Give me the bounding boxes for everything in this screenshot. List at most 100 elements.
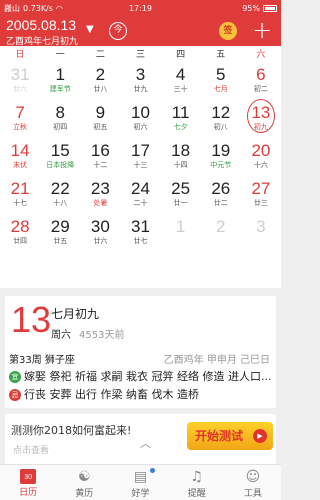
day-number: 14 [10, 141, 30, 160]
day-number: 20 [251, 141, 271, 160]
weekday-label: 二 [95, 49, 105, 60]
calendar-day[interactable]: 28 廿四 [0, 212, 40, 250]
calendar-day[interactable]: 7 立秋 [0, 98, 40, 136]
calendar-day[interactable]: 2 廿八 [80, 60, 120, 98]
lunar-label: 廿一 [173, 199, 188, 207]
calendar-day[interactable]: 6 初二 [241, 60, 281, 98]
calendar-day[interactable]: 2 [201, 212, 241, 250]
calendar-day[interactable]: 1 [161, 212, 201, 250]
calendar-day[interactable]: 26 廿二 [201, 174, 241, 212]
day-number: 1 [175, 217, 186, 236]
day-number: 10 [131, 103, 150, 122]
calendar-day[interactable]: 31 廿六 [0, 60, 40, 98]
calendar-day[interactable]: 30 廿六 [80, 212, 120, 250]
calendar-day[interactable]: 22 十八 [40, 174, 80, 212]
weekday-label: 五 [216, 49, 226, 60]
calendar-day-today[interactable]: 13 初九 [241, 98, 281, 136]
day-number: 16 [90, 141, 110, 160]
promo-banner[interactable]: 测测你2018如何富起来! 点击查看 ︿ 开始测试 ▶ [5, 414, 276, 464]
day-number: 18 [171, 141, 191, 160]
calendar-day[interactable]: 5 七月 [201, 60, 241, 98]
day-number: 17 [131, 141, 150, 160]
yi-text: 嫁娶 祭祀 祈福 求嗣 栽衣 冠笄 经络 修造 进人口... [24, 370, 272, 383]
sign-in-coin-icon[interactable]: 签 [219, 22, 237, 40]
calendar-day[interactable]: 1 建军节 [40, 60, 80, 98]
day-number: 21 [10, 179, 30, 198]
lunar-label: 末伏 [13, 161, 28, 169]
calendar-day[interactable]: 3 廿九 [120, 60, 160, 98]
day-number: 31 [131, 217, 150, 236]
day-number: 26 [211, 179, 231, 198]
yinyang-icon: ☯ [78, 469, 91, 485]
lunar-label: 十三 [133, 161, 148, 169]
add-button[interactable]: + [252, 16, 272, 44]
nav-item[interactable]: ☺ 工具 [225, 465, 281, 500]
day-number: 25 [171, 179, 191, 198]
nav-item[interactable]: ☯ 黄历 [56, 465, 112, 500]
nav-item[interactable]: 30 日历 [0, 465, 56, 500]
start-test-button[interactable]: 开始测试 ▶ [187, 422, 273, 450]
ji-text: 行丧 安葬 出行 作梁 纳畜 伐木 造桥 [24, 388, 199, 401]
nav-label: 提醒 [187, 489, 206, 499]
bottom-navigation: 30 日历 ☯ 黄历 ▤ 好学 ♫ 提醒 ☺ 工具 [0, 464, 281, 500]
lunar-label: 廿六 [13, 85, 28, 93]
calendar-day[interactable]: 21 十七 [0, 174, 40, 212]
lunar-label: 初四 [53, 123, 68, 131]
calendar-day[interactable]: 19 中元节 [201, 136, 241, 174]
day-number: 11 [171, 103, 190, 122]
bell-icon: ♫ [190, 469, 203, 485]
lunar-label: 七夕 [173, 123, 188, 131]
weekday-header: 日一二三四五六 [0, 46, 281, 60]
calendar-day[interactable]: 31 廿七 [120, 212, 160, 250]
selected-lunar-day: 七月初九 [51, 307, 100, 321]
start-test-label: 开始测试 [195, 429, 244, 443]
lunar-label: 廿七 [133, 237, 148, 245]
day-number: 22 [50, 179, 70, 198]
selected-weekday: 周六 [51, 330, 71, 341]
day-number: 15 [50, 141, 70, 160]
lunar-label: 立秋 [13, 123, 28, 131]
calendar-day[interactable]: 25 廿一 [161, 174, 201, 212]
calendar-day[interactable]: 14 末伏 [0, 136, 40, 174]
suitable-activities[interactable]: 宜嫁娶 祭祀 祈福 求嗣 栽衣 冠笄 经络 修造 进人口... [9, 368, 271, 384]
calendar-day[interactable]: 16 十二 [80, 136, 120, 174]
nav-item[interactable]: ▤ 好学 [112, 465, 168, 500]
day-number: 3 [135, 65, 146, 84]
calendar-day[interactable]: 20 十六 [241, 136, 281, 174]
day-number: 3 [256, 217, 266, 236]
ganzhi-info: 乙酉鸡年 甲申月 己巳日 [163, 355, 270, 366]
calendar-day[interactable]: 23 处暑 [80, 174, 120, 212]
avoid-activities[interactable]: 忌行丧 安葬 出行 作梁 纳畜 伐木 造桥 [9, 386, 199, 402]
day-detail-card[interactable]: 13 七月初九 周六 4553天前 第33周 狮子座 乙酉鸡年 甲申月 己巳日 … [5, 296, 276, 408]
calendar-day[interactable]: 9 初五 [80, 98, 120, 136]
lunar-label: 廿三 [253, 199, 268, 207]
app-header: 2005.08.13 乙酉鸡年七月初九 ▼ 今 签 + [0, 16, 281, 47]
day-number: 29 [50, 217, 70, 236]
calendar-day[interactable]: 3 [241, 212, 281, 250]
calendar-day[interactable]: 10 初六 [120, 98, 160, 136]
day-number: 27 [251, 179, 271, 198]
calendar-day[interactable]: 4 三十 [161, 60, 201, 98]
calendar-day[interactable]: 27 廿三 [241, 174, 281, 212]
status-bar: 搬山 0.73K/s ◠ 17:19 95% [0, 0, 281, 16]
lunar-label: 日本投降 [46, 161, 75, 169]
calendar-day[interactable]: 24 二十 [120, 174, 160, 212]
calendar-day[interactable]: 11 七夕 [161, 98, 201, 136]
calendar-day[interactable]: 29 廿五 [40, 212, 80, 250]
calendar-day[interactable]: 8 初四 [40, 98, 80, 136]
chevron-down-icon[interactable]: ▼ [86, 24, 94, 35]
lunar-label: 三十 [173, 85, 188, 93]
today-ring [246, 99, 275, 133]
nav-item[interactable]: ♫ 提醒 [169, 465, 225, 500]
nav-label: 工具 [243, 489, 262, 499]
current-date[interactable]: 2005.08.13 [6, 17, 76, 33]
calendar-day[interactable]: 15 日本投降 [40, 136, 80, 174]
calendar-day[interactable]: 18 十四 [161, 136, 201, 174]
promo-more-link[interactable]: 点击查看 [13, 443, 49, 456]
day-number: 24 [131, 179, 150, 198]
chevron-up-icon[interactable]: ︿ [140, 435, 151, 451]
calendar-day[interactable]: 17 十三 [120, 136, 160, 174]
lunar-label: 廿四 [13, 237, 28, 245]
calendar-day[interactable]: 12 初八 [201, 98, 241, 136]
today-button[interactable]: 今 [109, 22, 127, 40]
